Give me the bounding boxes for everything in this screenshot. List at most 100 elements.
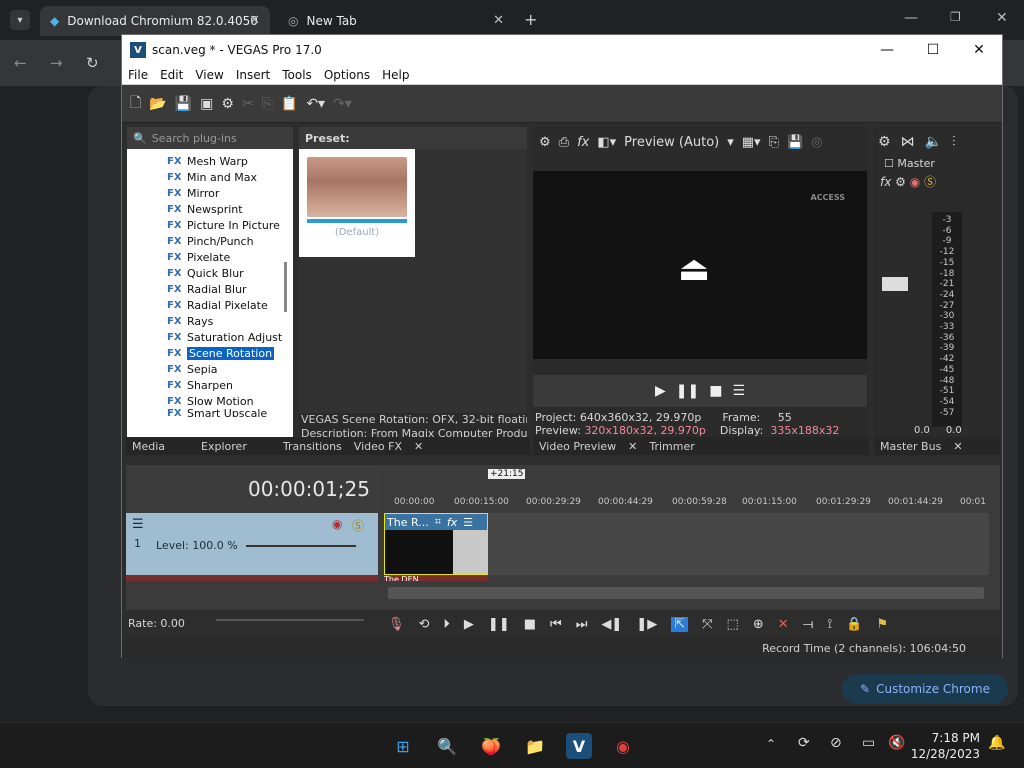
- go-to-end-icon[interactable]: ⏭: [576, 617, 588, 632]
- prev-frame-icon[interactable]: ◀❚: [601, 617, 622, 632]
- copy-icon[interactable]: ⎘: [262, 96, 273, 112]
- paste-icon[interactable]: 📋: [281, 96, 298, 112]
- play-icon[interactable]: ▶: [655, 383, 666, 399]
- tab-video-preview[interactable]: Video Preview: [533, 440, 622, 453]
- preset-thumbnail[interactable]: (Default): [299, 149, 415, 257]
- chrome-taskbar-icon[interactable]: ◉: [610, 733, 636, 759]
- speaker-icon[interactable]: 🔈: [925, 134, 942, 150]
- plugin-item-selected[interactable]: FX Scene Rotation: [127, 345, 293, 361]
- gear-icon[interactable]: ⚙: [878, 134, 891, 150]
- plugin-item[interactable]: FX Pixelate: [127, 249, 293, 265]
- bus-settings-icon[interactable]: ⚙: [895, 175, 906, 189]
- play-icon[interactable]: ▶: [464, 617, 474, 632]
- track-level-slider[interactable]: [246, 545, 356, 547]
- video-clip[interactable]: The R... ⌗ fx ☰: [384, 513, 488, 575]
- restore-icon[interactable]: ❐: [950, 10, 961, 24]
- volume-muted-icon[interactable]: 🔇: [888, 735, 905, 751]
- close-window-icon[interactable]: ✕: [996, 10, 1008, 26]
- solo-icon[interactable]: Ⓢ: [352, 517, 364, 534]
- plugin-item[interactable]: FX Radial Blur: [127, 281, 293, 297]
- mute-icon[interactable]: ◎: [811, 135, 822, 150]
- notification-bell-icon[interactable]: 🔔: [988, 735, 1005, 751]
- forward-icon[interactable]: →: [50, 54, 63, 72]
- search-input[interactable]: Search plug-ins: [152, 132, 237, 145]
- plugin-scrollbar[interactable]: [284, 262, 287, 312]
- selection-tool-icon[interactable]: ⬚: [727, 617, 739, 632]
- plugin-item[interactable]: FX Pinch/Punch: [127, 233, 293, 249]
- time-ruler[interactable]: 00:00:00 00:00:15:00 00:00:29:29 00:00:4…: [384, 493, 996, 511]
- preview-quality-dropdown[interactable]: Preview (Auto): [624, 135, 719, 150]
- save-icon[interactable]: 💾: [175, 96, 192, 112]
- loop-region-marker[interactable]: +21:15: [488, 469, 526, 479]
- plugin-item[interactable]: FX Saturation Adjust: [127, 329, 293, 345]
- clip-menu-icon[interactable]: ☰: [463, 516, 473, 529]
- delete-icon[interactable]: ✕: [778, 617, 789, 632]
- tab-media[interactable]: Media: [126, 440, 171, 453]
- plugin-item[interactable]: FX Sharpen: [127, 377, 293, 393]
- close-icon[interactable]: ✕: [408, 440, 429, 453]
- new-file-icon[interactable]: 🗋: [130, 92, 141, 116]
- plugin-item[interactable]: FX Picture In Picture: [127, 217, 293, 233]
- lock-icon[interactable]: 🔒: [846, 617, 862, 632]
- fx-icon[interactable]: fx: [880, 175, 891, 189]
- plugin-item[interactable]: FX Radial Pixelate: [127, 297, 293, 313]
- browser-tab-newtab[interactable]: ◎ New Tab ✕: [278, 6, 514, 36]
- close-icon[interactable]: ✕: [622, 440, 643, 453]
- vegas-taskbar-icon[interactable]: V: [566, 733, 592, 759]
- trim-icon[interactable]: ⟞: [803, 617, 814, 632]
- menu-insert[interactable]: Insert: [230, 68, 276, 82]
- master-volume-fader[interactable]: [882, 277, 908, 291]
- browser-tab-chromium[interactable]: ◆ Download Chromium 82.0.4050 ✕: [40, 6, 270, 36]
- plugin-item[interactable]: FX Quick Blur: [127, 265, 293, 281]
- record-icon[interactable]: ◉: [332, 517, 342, 531]
- menu-file[interactable]: File: [122, 68, 154, 82]
- stop-icon[interactable]: ■: [524, 617, 536, 632]
- search-icon[interactable]: 🔍: [434, 733, 460, 759]
- pause-icon[interactable]: ❚❚: [676, 383, 699, 399]
- split-icon[interactable]: ⟟: [827, 617, 832, 632]
- loop-icon[interactable]: ⟲: [419, 617, 430, 632]
- tab-video-fx[interactable]: Video FX: [348, 440, 408, 453]
- zoom-tool-icon[interactable]: ⊕: [753, 617, 764, 632]
- crop-icon[interactable]: ⌗: [435, 515, 441, 529]
- back-icon[interactable]: ←: [14, 54, 27, 72]
- preview-settings-icon[interactable]: ⚙: [539, 135, 551, 150]
- fx-icon[interactable]: fx: [447, 516, 457, 529]
- record-icon[interactable]: ◉: [910, 175, 920, 189]
- reload-icon[interactable]: ↻: [86, 54, 99, 72]
- cut-icon[interactable]: ✂: [242, 96, 254, 112]
- fl-studio-icon[interactable]: 🍑: [478, 733, 504, 759]
- track-area[interactable]: The R... ⌗ fx ☰ The DEN...: [384, 513, 989, 581]
- menu-options[interactable]: Options: [318, 68, 376, 82]
- network-icon[interactable]: ▭: [862, 735, 875, 751]
- plugin-item[interactable]: FX Sepia: [127, 361, 293, 377]
- record-icon[interactable]: 🎙: [388, 617, 405, 632]
- menu-tools[interactable]: Tools: [276, 68, 318, 82]
- close-icon[interactable]: ✕: [947, 440, 968, 453]
- plugin-item[interactable]: FX Slow Motion: [127, 393, 293, 409]
- downmix-icon[interactable]: ⋈: [901, 134, 915, 150]
- plugin-item[interactable]: FX Mesh Warp: [127, 153, 293, 169]
- menu-help[interactable]: Help: [376, 68, 415, 82]
- audio-track-header[interactable]: [126, 575, 378, 581]
- plugin-item[interactable]: FX Smart Upscale: [127, 409, 293, 417]
- tab-trimmer[interactable]: Trimmer: [643, 440, 700, 453]
- redo-icon[interactable]: ↷▾: [333, 96, 352, 112]
- menu-edit[interactable]: Edit: [154, 68, 189, 82]
- close-tab-icon[interactable]: ✕: [249, 13, 260, 28]
- minimize-icon[interactable]: —: [904, 10, 918, 26]
- show-hidden-icons-icon[interactable]: ⌃: [766, 737, 776, 751]
- mixer-icon[interactable]: ⫶: [952, 134, 956, 150]
- tab-transitions[interactable]: Transitions: [253, 440, 348, 453]
- plugin-item[interactable]: FX Min and Max: [127, 169, 293, 185]
- undo-icon[interactable]: ↶▾: [306, 96, 325, 112]
- tab-search-icon[interactable]: ▾: [10, 10, 30, 30]
- track-menu-icon[interactable]: ☰: [132, 517, 144, 532]
- settings-gear-icon[interactable]: ⚙: [221, 96, 234, 112]
- minimize-icon[interactable]: —: [864, 35, 910, 65]
- file-explorer-icon[interactable]: 📁: [522, 733, 548, 759]
- new-tab-icon[interactable]: +: [524, 10, 537, 29]
- plugin-item[interactable]: FX Newsprint: [127, 201, 293, 217]
- play-from-start-icon[interactable]: ⏵: [443, 617, 450, 632]
- copy-snapshot-icon[interactable]: ⎘: [769, 135, 779, 150]
